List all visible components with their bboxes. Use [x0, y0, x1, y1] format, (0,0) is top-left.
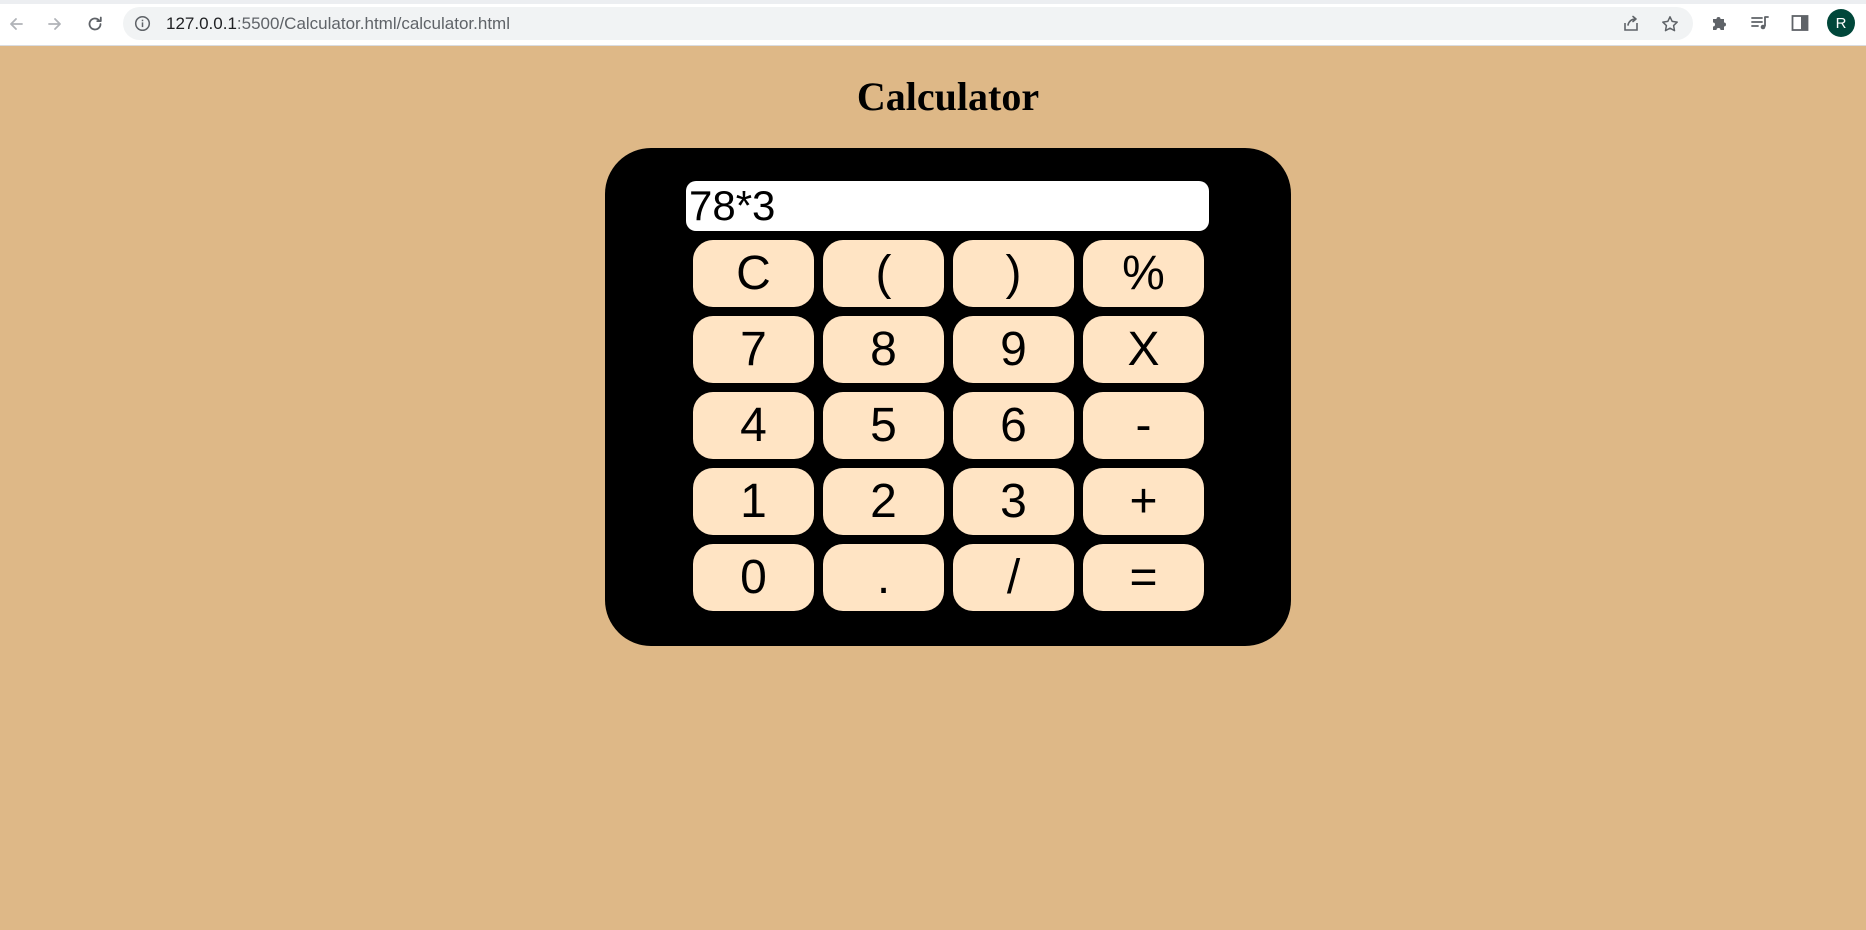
decimal-button[interactable]: .	[823, 544, 944, 611]
reading-list-icon	[1751, 16, 1769, 30]
url-text[interactable]: 127.0.0.1:5500/Calculator.html/calculato…	[166, 15, 510, 32]
url-host: 127.0.0.1	[166, 14, 237, 33]
reload-button[interactable]	[81, 10, 109, 38]
profile-avatar[interactable]: R	[1827, 9, 1855, 37]
digit-8-button[interactable]: 8	[823, 316, 944, 383]
browser-toolbar: 127.0.0.1:5500/Calculator.html/calculato…	[0, 0, 1866, 46]
digit-7-button[interactable]: 7	[693, 316, 814, 383]
extensions-button[interactable]	[1709, 12, 1731, 34]
page-title: Calculator	[856, 74, 1040, 119]
calculator-keypad: C ( ) % 7 8 9 X 4 5 6 - 1 2 3 + 0 . / =	[693, 240, 1204, 611]
puzzle-icon	[1713, 17, 1726, 30]
address-bar[interactable]: 127.0.0.1:5500/Calculator.html/calculato…	[123, 7, 1693, 40]
open-paren-button[interactable]: (	[823, 240, 944, 307]
multiply-button[interactable]: X	[1083, 316, 1204, 383]
digit-4-button[interactable]: 4	[693, 392, 814, 459]
digit-5-button[interactable]: 5	[823, 392, 944, 459]
side-panel-button[interactable]	[1789, 12, 1811, 34]
digit-2-button[interactable]: 2	[823, 468, 944, 535]
side-panel-icon	[1791, 15, 1809, 31]
reading-list-button[interactable]	[1749, 12, 1771, 34]
percent-button[interactable]: %	[1083, 240, 1204, 307]
calculator-display[interactable]	[686, 181, 1209, 231]
digit-9-button[interactable]: 9	[953, 316, 1074, 383]
digit-6-button[interactable]: 6	[953, 392, 1074, 459]
calculator: C ( ) % 7 8 9 X 4 5 6 - 1 2 3 + 0 . / =	[605, 148, 1291, 646]
tab-strip-edge	[0, 0, 1866, 4]
digit-3-button[interactable]: 3	[953, 468, 1074, 535]
add-button[interactable]: +	[1083, 468, 1204, 535]
forward-button[interactable]	[41, 10, 69, 38]
arrow-left-icon	[10, 18, 23, 30]
subtract-button[interactable]: -	[1083, 392, 1204, 459]
reload-icon	[88, 16, 102, 31]
info-icon[interactable]	[134, 15, 151, 32]
url-path: :5500/Calculator.html/calculator.html	[236, 14, 510, 33]
divide-button[interactable]: /	[953, 544, 1074, 611]
back-button[interactable]	[2, 10, 30, 38]
arrow-right-icon	[48, 18, 61, 30]
digit-1-button[interactable]: 1	[693, 468, 814, 535]
equals-button[interactable]: =	[1083, 544, 1204, 611]
close-paren-button[interactable]: )	[953, 240, 1074, 307]
share-icon[interactable]	[1622, 15, 1640, 33]
star-icon[interactable]	[1661, 15, 1679, 33]
clear-button[interactable]: C	[693, 240, 814, 307]
digit-0-button[interactable]: 0	[693, 544, 814, 611]
